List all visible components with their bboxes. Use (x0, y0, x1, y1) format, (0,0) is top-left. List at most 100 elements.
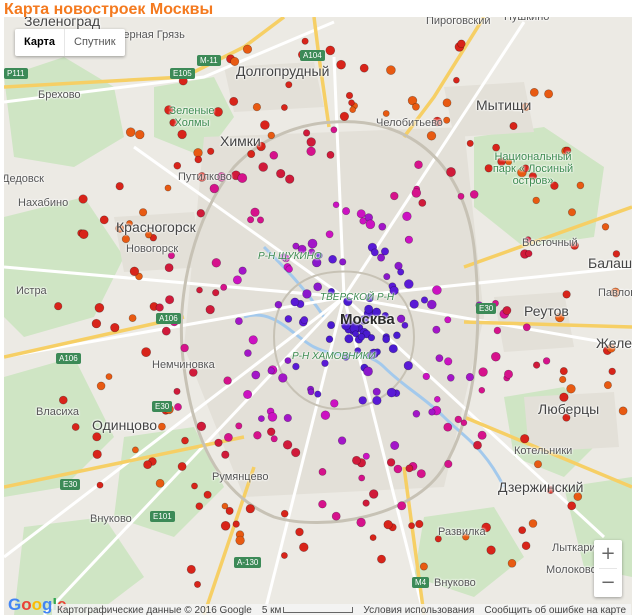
building-marker[interactable] (164, 184, 172, 192)
building-marker[interactable] (339, 258, 347, 266)
building-marker[interactable] (521, 164, 530, 173)
building-marker[interactable] (194, 155, 203, 164)
building-marker[interactable] (230, 56, 240, 66)
building-marker[interactable] (446, 167, 456, 177)
building-marker[interactable] (203, 490, 212, 499)
building-marker[interactable] (567, 501, 577, 511)
building-marker[interactable] (345, 91, 354, 100)
building-marker[interactable] (362, 499, 370, 507)
building-marker[interactable] (356, 517, 366, 528)
terms-link[interactable]: Условия использования (358, 605, 479, 615)
building-marker[interactable] (301, 37, 309, 45)
building-marker[interactable] (493, 326, 502, 335)
building-marker[interactable] (328, 255, 337, 264)
building-marker[interactable] (177, 129, 187, 140)
building-marker[interactable] (252, 102, 261, 112)
building-marker[interactable] (320, 410, 331, 420)
building-marker[interactable] (363, 366, 373, 377)
building-marker[interactable] (126, 220, 133, 227)
building-marker[interactable] (300, 316, 309, 324)
building-marker[interactable] (174, 403, 182, 411)
building-marker[interactable] (308, 248, 316, 256)
building-marker[interactable] (143, 460, 152, 470)
building-marker[interactable] (359, 217, 367, 225)
building-marker[interactable] (229, 96, 239, 106)
building-marker[interactable] (327, 321, 336, 330)
building-marker[interactable] (131, 446, 139, 454)
building-marker[interactable] (432, 116, 443, 127)
building-marker[interactable] (326, 150, 335, 159)
building-marker[interactable] (325, 45, 336, 56)
building-marker[interactable] (428, 408, 436, 416)
building-marker[interactable] (267, 131, 275, 140)
building-marker[interactable] (414, 160, 423, 169)
building-marker[interactable] (377, 253, 386, 262)
building-marker[interactable] (397, 268, 405, 276)
building-marker[interactable] (115, 223, 125, 233)
building-marker[interactable] (341, 320, 351, 331)
building-marker[interactable] (307, 388, 315, 396)
building-marker[interactable] (403, 361, 413, 371)
building-marker[interactable] (351, 455, 361, 465)
building-marker[interactable] (418, 198, 427, 207)
building-marker[interactable] (325, 335, 334, 343)
building-marker[interactable] (390, 440, 400, 450)
building-marker[interactable] (332, 201, 340, 209)
building-marker[interactable] (396, 314, 406, 323)
building-marker[interactable] (570, 241, 579, 250)
building-marker[interactable] (372, 307, 382, 317)
building-marker[interactable] (191, 482, 198, 490)
building-marker[interactable] (505, 158, 513, 166)
building-marker[interactable] (412, 409, 421, 418)
building-marker[interactable] (247, 150, 256, 159)
building-marker[interactable] (209, 183, 220, 194)
building-marker[interactable] (291, 447, 301, 458)
building-marker[interactable] (369, 489, 379, 499)
building-marker[interactable] (280, 509, 289, 518)
building-marker[interactable] (454, 415, 462, 424)
building-marker[interactable] (432, 325, 441, 334)
building-marker[interactable] (408, 522, 415, 530)
building-marker[interactable] (522, 323, 531, 332)
building-marker[interactable] (248, 335, 258, 345)
building-marker[interactable] (173, 161, 182, 170)
building-marker[interactable] (382, 335, 391, 344)
building-marker[interactable] (473, 440, 482, 450)
building-marker[interactable] (554, 312, 565, 323)
building-marker[interactable] (279, 253, 288, 261)
building-marker[interactable] (435, 354, 444, 363)
building-marker[interactable] (213, 107, 223, 117)
building-marker[interactable] (386, 458, 396, 467)
building-marker[interactable] (415, 519, 424, 529)
building-marker[interactable] (278, 373, 288, 383)
building-marker[interactable] (194, 580, 202, 588)
building-marker[interactable] (457, 39, 466, 48)
building-marker[interactable] (164, 263, 174, 273)
building-marker[interactable] (383, 520, 393, 530)
building-marker[interactable] (315, 252, 323, 259)
building-marker[interactable] (444, 316, 452, 324)
building-marker[interactable] (490, 351, 501, 362)
building-marker[interactable] (115, 182, 124, 191)
building-marker[interactable] (562, 290, 571, 299)
building-marker[interactable] (250, 207, 260, 217)
building-marker[interactable] (405, 464, 414, 473)
building-marker[interactable] (411, 188, 422, 198)
building-marker[interactable] (367, 334, 376, 342)
building-marker[interactable] (426, 131, 437, 141)
building-marker[interactable] (189, 368, 198, 377)
building-marker[interactable] (139, 208, 148, 217)
building-marker[interactable] (251, 370, 261, 380)
building-marker[interactable] (145, 231, 153, 239)
building-marker[interactable] (460, 419, 468, 427)
building-marker[interactable] (78, 229, 89, 239)
building-marker[interactable] (321, 359, 329, 367)
building-marker[interactable] (612, 250, 621, 258)
building-marker[interactable] (509, 122, 518, 131)
building-marker[interactable] (258, 162, 269, 172)
building-marker[interactable] (369, 534, 377, 541)
building-marker[interactable] (567, 208, 576, 217)
building-marker[interactable] (409, 299, 419, 309)
scale-indicator[interactable]: 5 км (257, 605, 359, 615)
building-marker[interactable] (444, 357, 453, 366)
